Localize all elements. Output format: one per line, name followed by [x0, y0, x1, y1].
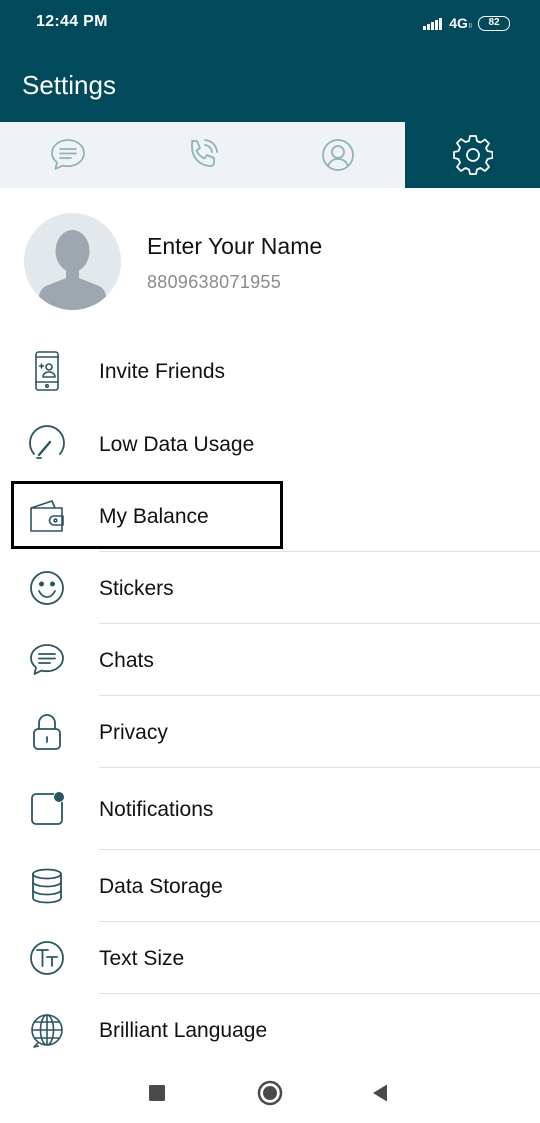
network-type: 4Gll: [449, 15, 472, 31]
chat-bubble-icon: [26, 639, 68, 681]
app-bar: Settings: [0, 45, 540, 122]
menu-item-label: Brilliant Language: [99, 1019, 268, 1042]
battery-icon: 82: [478, 15, 510, 31]
text-size-icon: [26, 937, 68, 979]
smiley-icon: [26, 567, 68, 609]
status-right: 4Gll 82: [423, 12, 510, 34]
chat-bubble-icon: [50, 139, 85, 170]
invite-phone-icon: [26, 350, 68, 392]
battery-level: 82: [488, 17, 500, 28]
gauge-icon: [26, 423, 68, 465]
menu-item-invite-friends[interactable]: Invite Friends: [0, 336, 540, 408]
avatar[interactable]: [24, 213, 121, 310]
menu-item-brilliant-language[interactable]: Brilliant Language: [0, 994, 540, 1066]
square-icon[interactable]: [143, 1079, 171, 1107]
globe-icon: [26, 1009, 68, 1051]
menu-item-label: Stickers: [99, 577, 174, 600]
gear-icon: [452, 135, 493, 175]
menu-item-data-storage[interactable]: Data Storage: [0, 850, 540, 922]
menu-item-notifications[interactable]: Notifications: [0, 768, 540, 850]
menu-item-low-data-usage[interactable]: Low Data Usage: [0, 408, 540, 480]
profile-phone: 8809638071955: [147, 272, 282, 292]
profile-section[interactable]: Enter Your Name 8809638071955: [0, 188, 540, 336]
profile-name: Enter Your Name: [147, 233, 323, 259]
circle-icon[interactable]: [256, 1079, 284, 1107]
back-triangle-icon[interactable]: [366, 1079, 394, 1107]
menu-item-chats[interactable]: Chats: [0, 624, 540, 696]
menu-item-label: Invite Friends: [99, 360, 226, 383]
phone-icon: [190, 139, 218, 167]
system-nav-bar: [0, 1063, 540, 1123]
menu-item-label: Privacy: [99, 721, 168, 744]
tab-calls[interactable]: [135, 122, 270, 188]
highlight-box: [11, 481, 283, 549]
tab-contacts[interactable]: [270, 122, 405, 188]
menu-item-privacy[interactable]: Privacy: [0, 696, 540, 768]
network-label: 4G: [449, 15, 468, 31]
menu-item-label: Notifications: [99, 798, 214, 821]
signal-icon: [423, 17, 443, 30]
avatar-placeholder-icon: [39, 230, 106, 310]
menu-item-stickers[interactable]: Stickers: [0, 552, 540, 624]
tab-chats[interactable]: [0, 122, 135, 188]
menu-item-label: Text Size: [99, 947, 185, 970]
tab-bar: [0, 122, 540, 188]
menu-item-label: Data Storage: [99, 875, 223, 898]
tab-settings[interactable]: [405, 122, 540, 188]
menu-item-label: Low Data Usage: [99, 433, 255, 456]
contact-icon: [321, 139, 354, 171]
menu-item-label: Chats: [99, 649, 154, 672]
menu-item-text-size[interactable]: Text Size: [0, 922, 540, 994]
status-bar: 12:44 PM 4Gll 82: [0, 0, 540, 45]
lock-icon: [26, 711, 68, 753]
page-title: Settings: [22, 70, 116, 100]
status-time: 12:44 PM: [36, 13, 108, 30]
network-sub: ll: [468, 23, 472, 30]
notification-icon: [26, 788, 68, 830]
database-icon: [26, 865, 68, 907]
